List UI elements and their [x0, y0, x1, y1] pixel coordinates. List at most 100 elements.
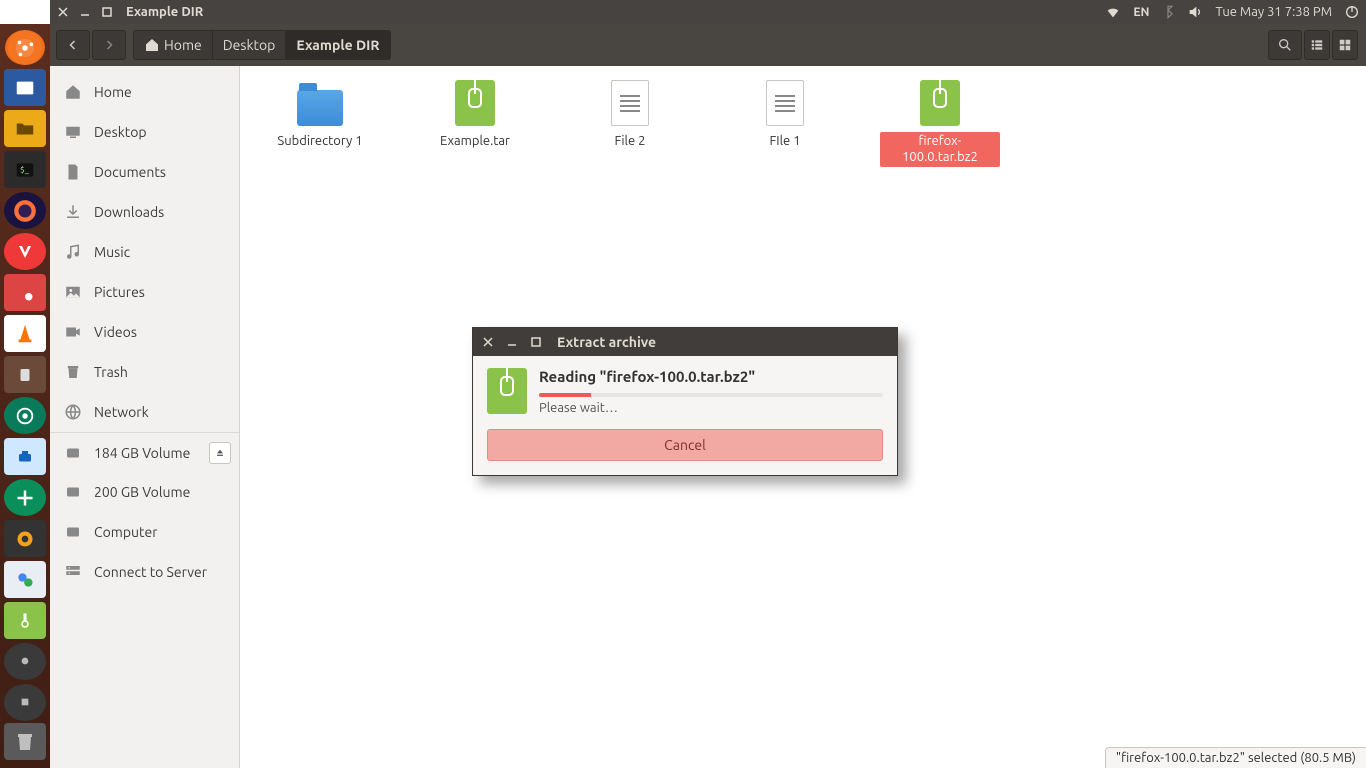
sidebar-device-computer[interactable]: Computer [50, 512, 239, 552]
launcher-vivaldi[interactable] [4, 233, 46, 270]
launcher-archive[interactable] [4, 602, 46, 639]
file-item-archive-selected[interactable]: firefox-100.0.tar.bz2 [880, 80, 1000, 167]
sidebar-device-volume[interactable]: 184 GB Volume [50, 432, 239, 472]
sidebar-item-desktop[interactable]: Desktop [50, 112, 239, 152]
archive-icon [455, 80, 495, 126]
forward-button[interactable] [92, 30, 126, 60]
power-icon[interactable] [1344, 4, 1360, 20]
volume-icon[interactable] [1187, 4, 1203, 20]
file-item-folder[interactable]: Subdirectory 1 [260, 80, 380, 150]
dialog-heading: Reading "firefox-100.0.tar.bz2" [539, 368, 883, 385]
file-label: firefox-100.0.tar.bz2 [880, 132, 1000, 167]
launcher-dash[interactable] [5, 30, 45, 65]
launcher-dock: $_ [0, 24, 50, 768]
language-indicator[interactable]: EN [1133, 6, 1149, 19]
menubar: Example DIR EN Tue May 31 7:38 PM [50, 0, 1366, 24]
breadcrumb-label: Desktop [223, 37, 276, 53]
sidebar-item-label: Videos [94, 324, 137, 340]
view-grid-button[interactable] [1332, 30, 1358, 60]
extract-archive-dialog: Extract archive Reading "firefox-100.0.t… [472, 327, 898, 476]
sidebar-item-label: Trash [94, 364, 128, 380]
breadcrumb-label: Example DIR [296, 37, 379, 53]
launcher-item[interactable] [4, 274, 46, 311]
back-button[interactable] [56, 30, 90, 60]
file-item-text[interactable]: File 2 [570, 80, 690, 150]
launcher-item[interactable] [4, 684, 46, 721]
dialog-title: Extract archive [557, 334, 656, 350]
sidebar-item-label: Music [94, 244, 130, 260]
sidebar-item-label: Computer [94, 524, 158, 540]
sidebar-item-pictures[interactable]: Pictures [50, 272, 239, 312]
sidebar: Home Desktop Documents Downloads Music P… [50, 66, 240, 768]
window-close-button[interactable] [54, 3, 72, 21]
sidebar-item-label: Network [94, 404, 149, 420]
file-label: Subdirectory 1 [274, 132, 365, 150]
file-item-archive[interactable]: Example.tar [415, 80, 535, 150]
launcher-item[interactable] [4, 69, 46, 106]
launcher-item[interactable] [4, 561, 46, 598]
progress-bar [539, 393, 883, 397]
text-file-icon [766, 80, 804, 126]
launcher-terminal[interactable]: $_ [4, 151, 46, 188]
breadcrumb-desktop[interactable]: Desktop [212, 30, 287, 60]
cancel-button[interactable]: Cancel [487, 429, 883, 461]
clock[interactable]: Tue May 31 7:38 PM [1215, 5, 1332, 19]
sidebar-item-label: Documents [94, 164, 166, 180]
sidebar-item-documents[interactable]: Documents [50, 152, 239, 192]
file-label: File 2 [612, 132, 649, 150]
file-label: Example.tar [437, 132, 513, 150]
sidebar-device-volume[interactable]: 200 GB Volume [50, 472, 239, 512]
launcher-files[interactable] [4, 110, 46, 147]
launcher-item[interactable] [4, 520, 46, 557]
file-label: FIle 1 [766, 132, 803, 150]
dialog-close-button[interactable] [479, 337, 497, 347]
launcher-item[interactable] [4, 397, 46, 434]
sidebar-item-videos[interactable]: Videos [50, 312, 239, 352]
sidebar-item-home[interactable]: Home [50, 72, 239, 112]
sidebar-item-downloads[interactable]: Downloads [50, 192, 239, 232]
toolbar: Home Desktop Example DIR [50, 24, 1366, 66]
view-list-button[interactable] [1304, 30, 1330, 60]
cancel-label: Cancel [664, 437, 706, 453]
dialog-maximize-button[interactable] [527, 337, 545, 347]
text-file-icon [611, 80, 649, 126]
launcher-item[interactable] [4, 643, 46, 680]
sidebar-item-label: Downloads [94, 204, 164, 220]
sidebar-item-label: Pictures [94, 284, 145, 300]
sidebar-item-trash[interactable]: Trash [50, 352, 239, 392]
launcher-item[interactable] [4, 438, 46, 475]
sidebar-item-label: 200 GB Volume [94, 484, 190, 500]
breadcrumb-home[interactable]: Home [133, 30, 213, 60]
window-maximize-button[interactable] [98, 3, 116, 21]
breadcrumb-label: Home [164, 37, 202, 53]
launcher-item[interactable] [4, 356, 46, 393]
archive-icon [487, 368, 527, 414]
dialog-minimize-button[interactable] [503, 337, 521, 347]
sidebar-item-music[interactable]: Music [50, 232, 239, 272]
svg-text:$_: $_ [20, 164, 30, 174]
breadcrumb-current[interactable]: Example DIR [285, 30, 390, 60]
network-icon[interactable] [1105, 4, 1121, 20]
file-item-text[interactable]: FIle 1 [725, 80, 845, 150]
sidebar-item-label: Desktop [94, 124, 147, 140]
sidebar-item-label: Home [94, 84, 132, 100]
folder-icon [297, 90, 343, 126]
sidebar-item-label: 184 GB Volume [94, 445, 190, 461]
archive-icon [920, 80, 960, 126]
dialog-wait-text: Please wait… [539, 401, 883, 415]
sidebar-connect-server[interactable]: Connect to Server [50, 552, 239, 592]
search-button[interactable] [1268, 30, 1302, 60]
launcher-trash[interactable] [4, 723, 46, 760]
window-title: Example DIR [126, 5, 203, 19]
sidebar-item-network[interactable]: Network [50, 392, 239, 432]
launcher-item[interactable] [4, 479, 46, 516]
dialog-titlebar[interactable]: Extract archive [473, 328, 897, 356]
launcher-vlc[interactable] [4, 315, 46, 352]
window-minimize-button[interactable] [76, 3, 94, 21]
breadcrumb: Home Desktop Example DIR [134, 30, 391, 60]
eject-button[interactable] [209, 442, 231, 464]
bluetooth-icon[interactable] [1161, 5, 1175, 19]
sidebar-item-label: Connect to Server [94, 564, 207, 580]
launcher-firefox[interactable] [4, 192, 46, 229]
statusbar-selection: "firefox-100.0.tar.bz2" selected (80.5 M… [1105, 747, 1366, 768]
